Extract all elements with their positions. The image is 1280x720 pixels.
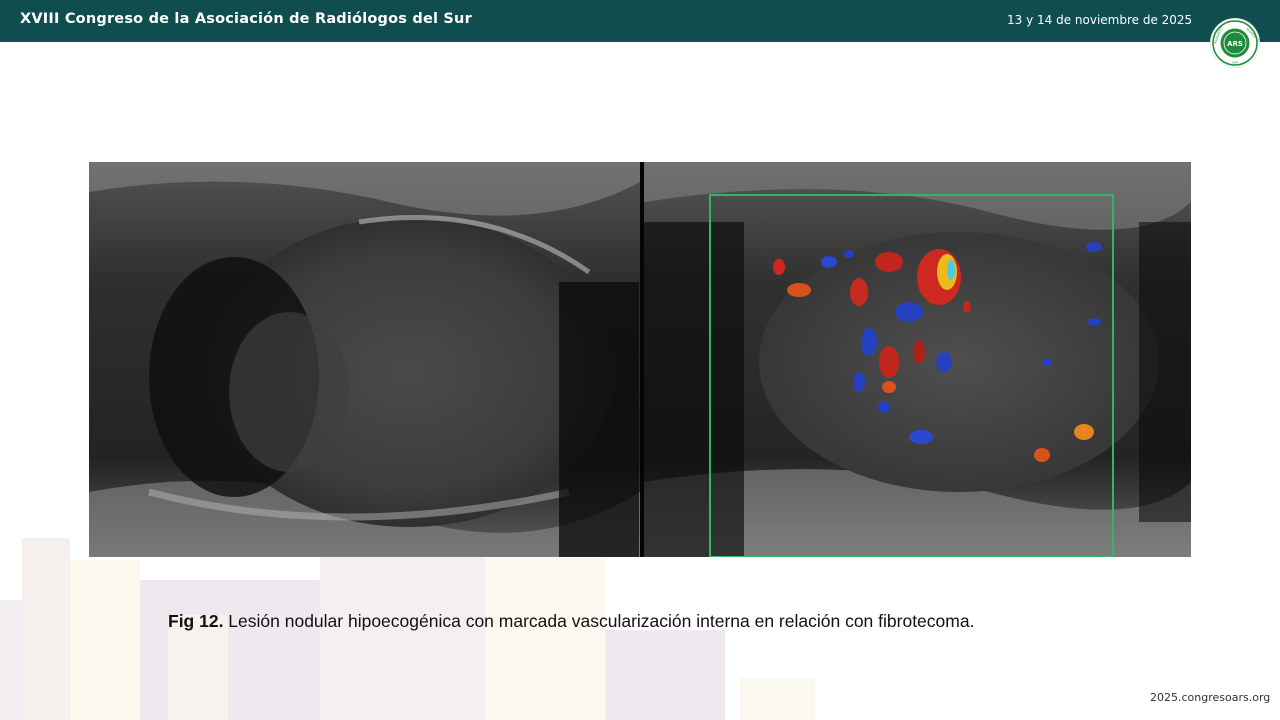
figure-caption: Fig 12. Lesión nodular hipoecogénica con… bbox=[168, 611, 974, 632]
logo-ring-text-bottom: SUR bbox=[1232, 61, 1238, 65]
conference-date: 13 y 14 de noviembre de 2025 bbox=[1007, 13, 1193, 27]
caption-label: Fig 12. bbox=[168, 611, 224, 631]
header-bar: XVIII Congreso de la Asociación de Radió… bbox=[0, 0, 1280, 42]
logo-text: ARS bbox=[1227, 40, 1243, 48]
ultrasound-figure bbox=[89, 162, 1191, 557]
ars-logo: ARS RADIÓLOGOS ASOCIACIÓN SUR bbox=[1211, 19, 1259, 67]
conference-title: XVIII Congreso de la Asociación de Radió… bbox=[20, 11, 472, 27]
footer-url: 2025.congresoars.org bbox=[1150, 691, 1271, 704]
ultrasound-image bbox=[89, 162, 1191, 557]
caption-text: Lesión nodular hipoecogénica con marcada… bbox=[223, 611, 975, 631]
